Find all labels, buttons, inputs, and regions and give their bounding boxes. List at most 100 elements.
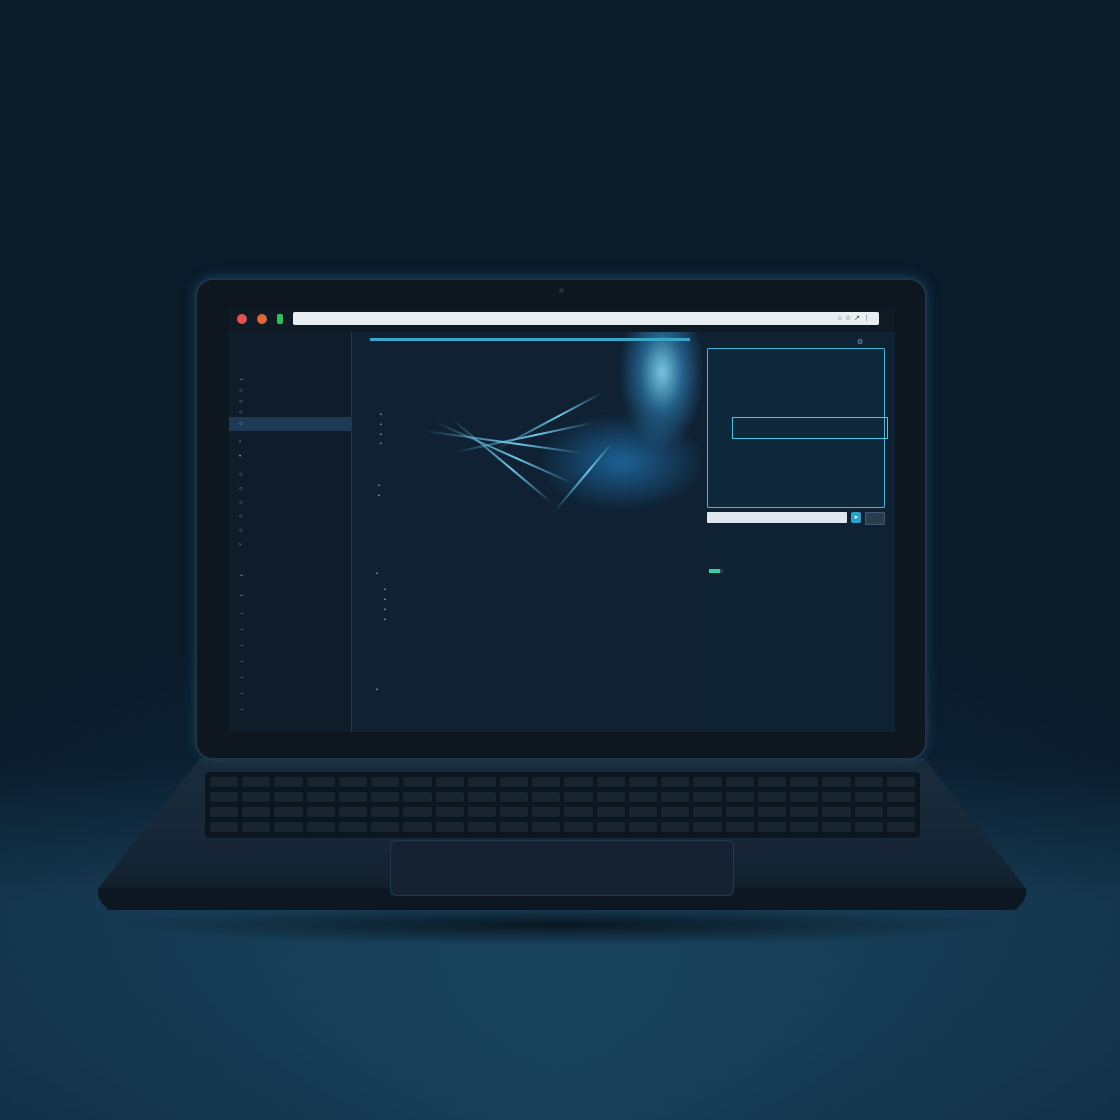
lock-icon[interactable]: ○	[838, 315, 845, 322]
share-icon[interactable]: ↗	[854, 315, 863, 322]
keyboard-key[interactable]	[274, 807, 303, 818]
sidebar-item[interactable]: →	[229, 686, 351, 700]
sidebar-item[interactable]: ›	[229, 435, 351, 449]
keyboard-key[interactable]	[338, 807, 368, 818]
sidebar-item[interactable]: →	[229, 702, 351, 716]
keyboard-key[interactable]	[532, 822, 561, 833]
keyboard-key[interactable]	[757, 792, 787, 803]
keyboard-key[interactable]	[628, 822, 658, 833]
keyboard-key[interactable]	[757, 807, 787, 818]
settings-icon[interactable]: ⚙	[857, 338, 863, 346]
keyboard-key[interactable]	[854, 777, 883, 788]
keyboard-key[interactable]	[306, 777, 335, 788]
trackpad[interactable]	[390, 840, 734, 896]
keyboard-key[interactable]	[822, 777, 851, 788]
keyboard-key[interactable]	[854, 792, 883, 803]
keyboard-key[interactable]	[306, 807, 335, 818]
keyboard-key[interactable]	[886, 792, 915, 803]
keyboard-key[interactable]	[661, 792, 690, 803]
keyboard-key[interactable]	[467, 777, 497, 788]
keyboard-key[interactable]	[210, 822, 239, 833]
panel-search-input[interactable]	[707, 512, 847, 523]
minimize-window-button[interactable]	[257, 314, 267, 324]
selected-entry-box[interactable]	[732, 417, 888, 439]
keyboard-key[interactable]	[371, 822, 400, 833]
keyboard-key[interactable]	[435, 822, 464, 833]
address-bar[interactable]: ○☆↗⋮	[293, 312, 879, 325]
keyboard-key[interactable]	[596, 792, 625, 803]
keyboard-key[interactable]	[886, 822, 915, 833]
keyboard-key[interactable]	[210, 807, 239, 818]
keyboard-key[interactable]	[274, 792, 303, 803]
keyboard-key[interactable]	[306, 822, 335, 833]
keyboard-key[interactable]	[210, 777, 239, 788]
keyboard-key[interactable]	[596, 777, 625, 788]
keyboard-key[interactable]	[371, 807, 400, 818]
keyboard-key[interactable]	[242, 777, 271, 788]
sidebar-item[interactable]: ○	[229, 496, 351, 510]
keyboard-key[interactable]	[467, 807, 497, 818]
keyboard-key[interactable]	[628, 807, 658, 818]
keyboard-key[interactable]	[693, 792, 722, 803]
keyboard-key[interactable]	[725, 822, 754, 833]
sidebar-item[interactable]: ○	[229, 482, 351, 496]
keyboard-key[interactable]	[371, 792, 400, 803]
keyboard-key[interactable]	[725, 777, 754, 788]
sidebar-item[interactable]	[229, 340, 351, 354]
keyboard-key[interactable]	[500, 792, 529, 803]
keyboard-key[interactable]	[822, 807, 851, 818]
keyboard-key[interactable]	[338, 822, 368, 833]
sidebar-item[interactable]: →	[229, 670, 351, 684]
keyboard-key[interactable]	[403, 777, 432, 788]
sidebar-item[interactable]: ⌄	[229, 568, 351, 582]
close-window-button[interactable]	[237, 314, 247, 324]
keyboard-key[interactable]	[790, 822, 819, 833]
keyboard-key[interactable]	[242, 792, 271, 803]
sidebar-item[interactable]: →	[229, 654, 351, 668]
keyboard-key[interactable]	[564, 792, 593, 803]
keyboard-key[interactable]	[628, 792, 658, 803]
keyboard-key[interactable]	[532, 807, 561, 818]
keyboard-key[interactable]	[757, 822, 787, 833]
sidebar-item[interactable]: ⌄	[229, 588, 351, 602]
keyboard-key[interactable]	[854, 822, 883, 833]
sidebar-item[interactable]	[229, 354, 351, 368]
keyboard-key[interactable]	[532, 777, 561, 788]
keyboard-key[interactable]	[500, 822, 529, 833]
keyboard-key[interactable]	[403, 807, 432, 818]
keyboard-key[interactable]	[854, 807, 883, 818]
sidebar-item[interactable]: ○	[229, 417, 351, 431]
keyboard-key[interactable]	[628, 777, 658, 788]
keyboard-key[interactable]	[886, 807, 915, 818]
keyboard-key[interactable]	[403, 822, 432, 833]
keyboard-key[interactable]	[596, 807, 625, 818]
keyboard-key[interactable]	[790, 777, 819, 788]
keyboard-key[interactable]	[274, 822, 303, 833]
keyboard-key[interactable]	[693, 777, 722, 788]
sidebar-item[interactable]: →	[229, 638, 351, 652]
keyboard-key[interactable]	[242, 822, 271, 833]
maximize-window-button[interactable]	[277, 314, 283, 324]
sidebar-item[interactable]: →	[229, 622, 351, 636]
sidebar-item[interactable]	[229, 552, 351, 566]
sidebar-item[interactable]: ○	[229, 510, 351, 524]
sidebar-item[interactable]: ○	[229, 468, 351, 482]
keyboard-key[interactable]	[274, 777, 303, 788]
keyboard-key[interactable]	[661, 777, 690, 788]
menu-icon[interactable]: ⋮	[863, 315, 873, 322]
sidebar-item[interactable]: •	[229, 450, 351, 464]
keyboard-key[interactable]	[435, 777, 464, 788]
keyboard-key[interactable]	[661, 807, 690, 818]
keyboard-key[interactable]	[338, 777, 368, 788]
star-icon[interactable]: ☆	[845, 315, 854, 322]
send-button[interactable]: ➤	[851, 512, 861, 523]
sidebar-item[interactable]: ›	[229, 538, 351, 552]
keyboard-key[interactable]	[500, 777, 529, 788]
keyboard-key[interactable]	[790, 792, 819, 803]
keyboard-key[interactable]	[596, 822, 625, 833]
keyboard-key[interactable]	[822, 792, 851, 803]
keyboard-key[interactable]	[822, 822, 851, 833]
keyboard-key[interactable]	[790, 807, 819, 818]
keyboard-key[interactable]	[725, 807, 754, 818]
keyboard-key[interactable]	[435, 792, 464, 803]
